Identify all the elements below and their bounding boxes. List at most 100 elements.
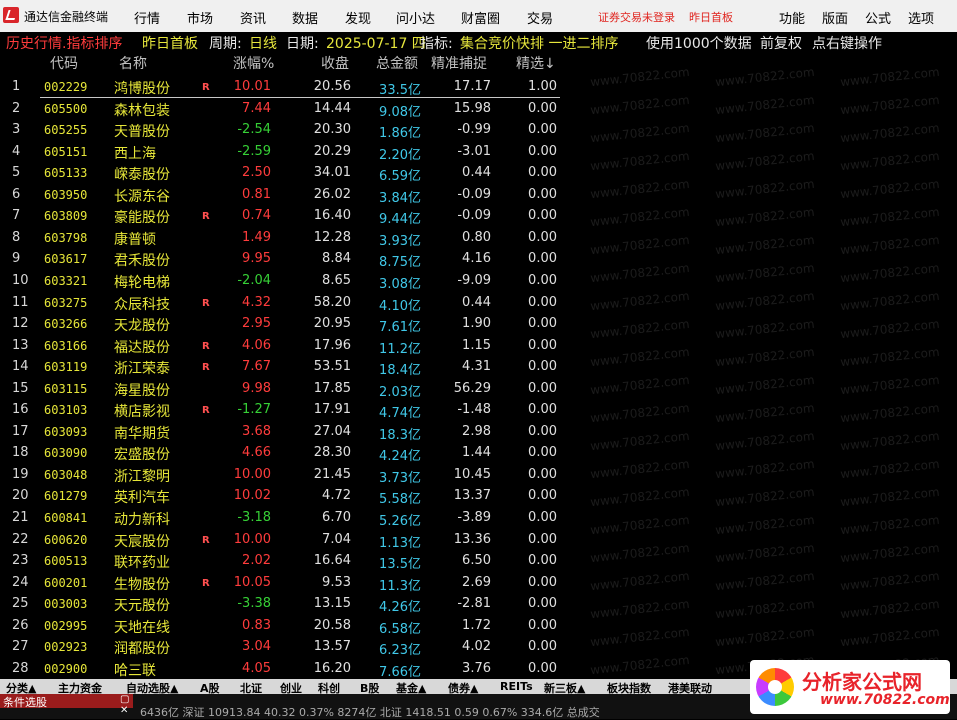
change-percent: -3.18 <box>237 510 271 525</box>
category-tab[interactable]: 债券▲ <box>448 680 478 694</box>
menu-function[interactable]: 功能 <box>779 8 805 27</box>
stock-name: 动力新科 <box>114 512 170 528</box>
menu-options[interactable]: 选项 <box>908 8 934 27</box>
category-tab[interactable]: 主力资金 <box>58 680 102 694</box>
menu-news[interactable]: 资讯 <box>240 8 266 27</box>
header-change[interactable]: 涨幅% <box>233 53 274 73</box>
table-row[interactable]: 27 002923 润都股份 3.04 13.57 6.23亿 4.02 0.00 <box>0 636 957 658</box>
table-row[interactable]: 26 002995 天地在线 0.83 20.58 6.58亿 1.72 0.00 <box>0 615 957 637</box>
app-title: 通达信金融终端 <box>24 10 109 24</box>
brand-url: www.70822.com <box>820 692 950 708</box>
menu-wealth[interactable]: 财富圈 <box>461 8 500 27</box>
total-amount: 1.86亿 <box>379 126 421 142</box>
table-row[interactable]: 2 605500 森林包装 7.44 14.44 9.08亿 15.98 0.00 <box>0 98 957 120</box>
table-row[interactable]: 15 603115 海星股份 9.98 17.85 2.03亿 56.29 0.00 <box>0 378 957 400</box>
table-row[interactable]: 16 603103 横店影视 R -1.27 17.91 4.74亿 -1.48 0.00 <box>0 399 957 421</box>
category-tab[interactable]: 自动选股▲ <box>126 680 178 694</box>
table-row[interactable]: 7 603809 豪能股份 R 0.74 16.40 9.44亿 -0.09 0.00 <box>0 205 957 227</box>
category-tab[interactable]: 分类▲ <box>6 680 36 694</box>
row-index: 12 <box>12 316 29 332</box>
capture-score: 2.69 <box>462 574 491 590</box>
category-tab[interactable]: A股 <box>200 680 220 694</box>
select-score: 0.00 <box>528 186 557 202</box>
category-tab[interactable]: 新三板▲ <box>544 680 585 694</box>
mode-label[interactable]: 历史行情.指标排序 <box>6 33 122 52</box>
menu-discover[interactable]: 发现 <box>345 8 371 27</box>
table-row[interactable]: 6 603950 长源东谷 0.81 26.02 3.84亿 -0.09 0.00 <box>0 184 957 206</box>
total-amount: 11.3亿 <box>379 578 421 594</box>
stock-name: 众辰科技 <box>114 296 170 313</box>
menu-data[interactable]: 数据 <box>292 8 318 27</box>
stock-name: 豪能股份 <box>114 210 170 227</box>
table-row[interactable]: 21 600841 动力新科 -3.18 6.70 5.26亿 -3.89 0.00 <box>0 507 957 529</box>
change-percent: 9.95 <box>242 251 271 267</box>
table-row[interactable]: 24 600201 生物股份 R 10.05 9.53 11.3亿 2.69 0.00 <box>0 572 957 594</box>
table-row[interactable]: 9 603617 君禾股份 9.95 8.84 8.75亿 4.16 0.00 <box>0 248 957 270</box>
select-score: 0.00 <box>528 100 557 116</box>
header-close[interactable]: 收盘 <box>321 53 349 73</box>
capture-score: 4.31 <box>462 359 491 375</box>
category-tab[interactable]: 创业 <box>280 680 302 694</box>
category-tab[interactable]: 科创 <box>318 680 340 694</box>
table-row[interactable]: 5 605133 嵘泰股份 2.50 34.01 6.59亿 0.44 0.00 <box>0 162 957 184</box>
table-row[interactable]: 20 601279 英利汽车 10.02 4.72 5.58亿 13.37 0.00 <box>0 485 957 507</box>
close-price: 28.30 <box>313 445 351 461</box>
table-row[interactable]: 18 603090 宏盛股份 4.66 28.30 4.24亿 1.44 0.00 <box>0 442 957 464</box>
table-row[interactable]: 4 605151 西上海 -2.59 20.29 2.20亿 -3.01 0.00 <box>0 141 957 163</box>
row-index: 23 <box>12 553 29 569</box>
table-row[interactable]: 11 603275 众辰科技 R 4.32 58.20 4.10亿 0.44 0.00 <box>0 292 957 314</box>
category-tab[interactable]: B股 <box>360 680 379 694</box>
table-row[interactable]: 1 002229 鸿博股份 R 10.01 20.56 33.5亿 17.17 1.00 <box>0 76 957 98</box>
close-price: 7.04 <box>322 531 351 547</box>
menu-market[interactable]: 市场 <box>187 8 213 27</box>
menu-market-quotes[interactable]: 行情 <box>134 8 160 27</box>
total-amount: 18.4亿 <box>379 363 421 379</box>
prev-board-link[interactable]: 昨日首板 <box>689 9 733 25</box>
menu-layout[interactable]: 版面 <box>822 8 848 27</box>
close-price: 20.29 <box>313 143 351 159</box>
table-row[interactable]: 3 605255 天普股份 -2.54 20.30 1.86亿 -0.99 0.00 <box>0 119 957 141</box>
app-logo-icon <box>3 7 19 23</box>
change-percent: 4.06 <box>242 337 271 353</box>
table-row[interactable]: 22 600620 天宸股份 R 10.00 7.04 1.13亿 13.36 0.00 <box>0 529 957 551</box>
select-score: 0.00 <box>528 553 557 569</box>
header-capture[interactable]: 精准捕捉 <box>431 53 487 73</box>
table-row[interactable]: 23 600513 联环药业 2.02 16.64 13.5亿 6.50 0.00 <box>0 550 957 572</box>
table-row[interactable]: 13 603166 福达股份 R 4.06 17.96 11.2亿 1.15 0.00 <box>0 335 957 357</box>
close-price: 8.65 <box>322 272 351 288</box>
table-row[interactable]: 8 603798 康普顿 1.49 12.28 3.93亿 0.80 0.00 <box>0 227 957 249</box>
row-index: 6 <box>12 186 21 202</box>
stock-code: 603166 <box>44 338 88 353</box>
header-code[interactable]: 代码 <box>50 53 78 73</box>
select-score: 0.00 <box>528 272 557 288</box>
margin-flag: R <box>202 340 210 352</box>
category-tab[interactable]: REITs <box>500 680 533 693</box>
margin-flag: R <box>202 534 210 546</box>
header-select[interactable]: 精选↓ <box>516 53 556 73</box>
table-row[interactable]: 12 603266 天龙股份 2.95 20.95 7.61亿 1.90 0.00 <box>0 313 957 335</box>
category-tab[interactable]: 北证 <box>240 680 262 694</box>
table-row[interactable]: 17 603093 南华期货 3.68 27.04 18.3亿 2.98 0.00 <box>0 421 957 443</box>
table-row[interactable]: 19 603048 浙江黎明 10.00 21.45 3.73亿 10.45 0.00 <box>0 464 957 486</box>
menu-trade[interactable]: 交易 <box>527 8 553 27</box>
header-amount[interactable]: 总金额 <box>376 53 418 73</box>
header-name[interactable]: 名称 <box>119 53 147 73</box>
capture-score: -1.48 <box>457 402 491 418</box>
category-tab[interactable]: 板块指数 <box>607 680 651 694</box>
capture-score: 4.02 <box>462 639 491 655</box>
indicator-value: 集合竞价快排 一进二排序 <box>460 36 619 52</box>
category-tab[interactable]: 港美联动 <box>668 680 712 694</box>
table-row[interactable]: 25 003003 天元股份 -3.38 13.15 4.26亿 -2.81 0.00 <box>0 593 957 615</box>
stock-name: 康普顿 <box>114 231 156 248</box>
table-row[interactable]: 10 603321 梅轮电梯 -2.04 8.65 3.08亿 -9.09 0.00 <box>0 270 957 292</box>
menu-ask[interactable]: 问小达 <box>396 8 435 27</box>
panel-window-buttons[interactable]: ▢ ✕ <box>120 694 133 716</box>
menu-formula[interactable]: 公式 <box>865 8 891 27</box>
change-percent: -2.04 <box>237 272 271 288</box>
login-status-link[interactable]: 证券交易未登录 <box>598 9 675 25</box>
condition-select-panel[interactable]: 条件选股 ▢ ✕ <box>0 694 133 716</box>
change-percent: 4.66 <box>242 445 271 461</box>
table-row[interactable]: 14 603119 浙江荣泰 R 7.67 53.51 18.4亿 4.31 0.00 <box>0 356 957 378</box>
category-tab[interactable]: 基金▲ <box>396 680 426 694</box>
change-percent: 2.50 <box>242 165 271 181</box>
